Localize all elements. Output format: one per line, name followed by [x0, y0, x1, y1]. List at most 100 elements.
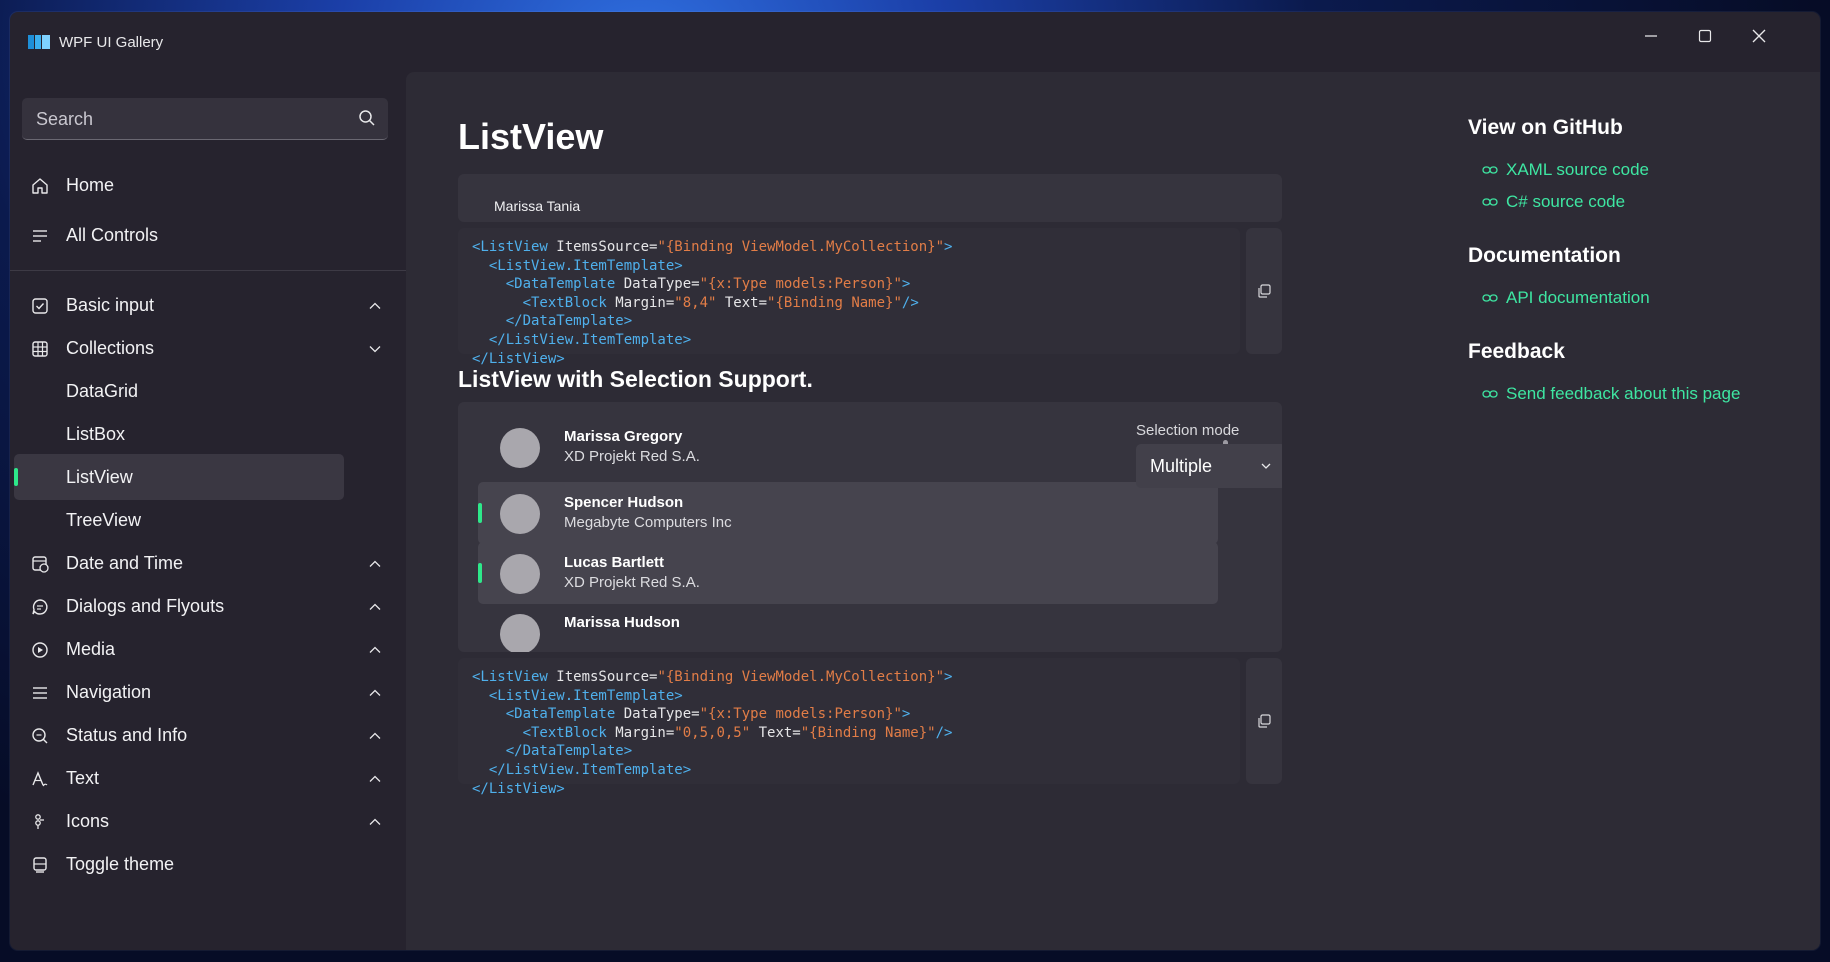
maximize-icon [1698, 29, 1712, 43]
chevron-up-icon [369, 689, 381, 696]
list-item[interactable]: Marissa Gregory XD Projekt Red S.A. [478, 416, 1218, 478]
link-label: XAML source code [1506, 160, 1649, 179]
nav-item-text[interactable]: Text [14, 755, 400, 801]
menu-icon [33, 687, 47, 699]
nav-item-collections[interactable]: Collections [14, 325, 400, 371]
nav-item-all-controls[interactable]: All Controls [14, 212, 400, 258]
search-input[interactable] [22, 98, 358, 140]
nav-label: Home [66, 174, 115, 195]
nav-label: DataGrid [66, 380, 139, 401]
code-line: </ListView> [472, 780, 565, 797]
code-line: <DataTemplate DataType="{x:Type models:P… [472, 276, 911, 293]
list-item[interactable]: Spencer Hudson Megabyte Computers Inc [478, 482, 1218, 544]
chevron-up-icon [369, 818, 381, 825]
link-label: Send feedback about this page [1506, 384, 1741, 403]
code-line: </ListView.ItemTemplate> [472, 331, 692, 348]
checkbox-icon [32, 298, 48, 314]
nav-label: Date and Time [66, 552, 184, 573]
person-name: Marissa Gregory [564, 428, 683, 445]
avatar [500, 554, 540, 594]
list-item[interactable]: Lucas Bartlett XD Projekt Red S.A. [478, 542, 1218, 604]
nav-label: Toggle theme [66, 853, 175, 874]
nav-item-home[interactable]: Home [14, 162, 400, 208]
nav-item-dialogs[interactable]: Dialogs and Flyouts [14, 583, 400, 629]
icons-icon [35, 814, 44, 829]
link-icon [1482, 198, 1498, 206]
person-name: Marissa Hudson [564, 614, 680, 631]
maximize-button[interactable] [1678, 18, 1732, 54]
list-item[interactable]: Marissa Hudson [478, 602, 1218, 652]
theme-icon [33, 857, 47, 873]
xaml-source-link[interactable]: XAML source code [1482, 160, 1649, 180]
nav-item-status-info[interactable]: Status and Info [14, 712, 400, 758]
listview-selection-sample: Marissa Gregory XD Projekt Red S.A. Spen… [458, 402, 1282, 652]
section-title: ListView with Selection Support. [458, 366, 813, 392]
cs-source-link[interactable]: C# source code [1482, 192, 1625, 212]
nav-item-navigation[interactable]: Navigation [14, 669, 400, 715]
code-block-2: <ListView ItemsSource="{Binding ViewMode… [458, 658, 1240, 797]
sidebar: Home All Controls Basic input Collection… [10, 72, 406, 950]
send-feedback-link[interactable]: Send feedback about this page [1482, 384, 1740, 404]
selection-mode-dropdown[interactable]: Multiple [1136, 444, 1282, 488]
grid-icon [32, 341, 48, 357]
nav-label: ListView [66, 466, 133, 487]
api-documentation-link[interactable]: API documentation [1482, 288, 1650, 308]
copy-code-button[interactable] [1246, 658, 1282, 784]
chevron-down-icon [369, 346, 381, 353]
chevron-up-icon [369, 302, 381, 309]
list-item[interactable]: Marissa Tania [494, 198, 580, 214]
chevron-up-icon [369, 646, 381, 653]
link-label: API documentation [1506, 288, 1650, 307]
link-icon [1482, 294, 1498, 302]
nav-item-basic-input[interactable]: Basic input [14, 282, 400, 328]
listview-sample[interactable]: Marissa Tania [458, 174, 1282, 222]
list-icon [33, 230, 47, 242]
nav-item-treeview[interactable]: TreeView [14, 497, 400, 543]
nav-item-listbox[interactable]: ListBox [14, 411, 400, 457]
nav-label: TreeView [66, 509, 142, 530]
nav-item-datagrid[interactable]: DataGrid [14, 368, 400, 414]
nav-label: Text [66, 767, 100, 788]
text-pen-icon [32, 771, 48, 787]
search-box [22, 98, 388, 140]
nav-label: Media [66, 638, 116, 659]
nav-item-date-time[interactable]: Date and Time [14, 540, 400, 586]
avatar [500, 494, 540, 534]
nav-label: All Controls [66, 224, 159, 245]
nav-item-toggle-theme[interactable]: Toggle theme [14, 841, 400, 887]
nav-label: Icons [66, 810, 110, 831]
feedback-heading: Feedback [1468, 340, 1565, 363]
close-button[interactable] [1732, 18, 1786, 54]
code-line: <TextBlock Margin="0,5,0,5" Text="{Bindi… [472, 724, 953, 741]
play-circle-icon [32, 642, 48, 658]
home-icon [32, 178, 48, 194]
code-line: <ListView.ItemTemplate> [472, 257, 683, 274]
copy-icon [1258, 284, 1271, 298]
nav-item-icons[interactable]: Icons [14, 798, 400, 844]
code-line: <ListView.ItemTemplate> [472, 687, 683, 704]
calendar-clock-icon [32, 556, 49, 573]
person-company: XD Projekt Red S.A. [564, 574, 700, 591]
search-icon[interactable] [358, 109, 376, 127]
minimize-button[interactable] [1624, 18, 1678, 54]
nav-label: Navigation [66, 681, 152, 702]
link-icon [1482, 390, 1498, 398]
copy-code-button[interactable] [1246, 228, 1282, 354]
nav-label: Dialogs and Flyouts [66, 595, 225, 616]
code-line: </DataTemplate> [472, 743, 633, 760]
selection-indicator [14, 468, 18, 486]
nav-label: ListBox [66, 423, 126, 444]
minimize-icon [1645, 35, 1657, 37]
title-bar: WPF UI Gallery [10, 12, 1820, 72]
app-window: WPF UI Gallery Home All Controls Basic i… [10, 12, 1820, 950]
person-company: Megabyte Computers Inc [564, 514, 732, 531]
selection-indicator [478, 503, 482, 523]
content-area: ListView Marissa Tania <ListView ItemsSo… [406, 72, 1820, 950]
chat-icon [32, 599, 48, 615]
nav-item-listview[interactable]: ListView [14, 454, 344, 500]
avatar [500, 428, 540, 468]
status-search-icon [32, 728, 48, 744]
page-title: ListView [458, 116, 604, 157]
nav-item-media[interactable]: Media [14, 626, 400, 672]
code-line: <ListView ItemsSource="{Binding ViewMode… [472, 669, 953, 685]
